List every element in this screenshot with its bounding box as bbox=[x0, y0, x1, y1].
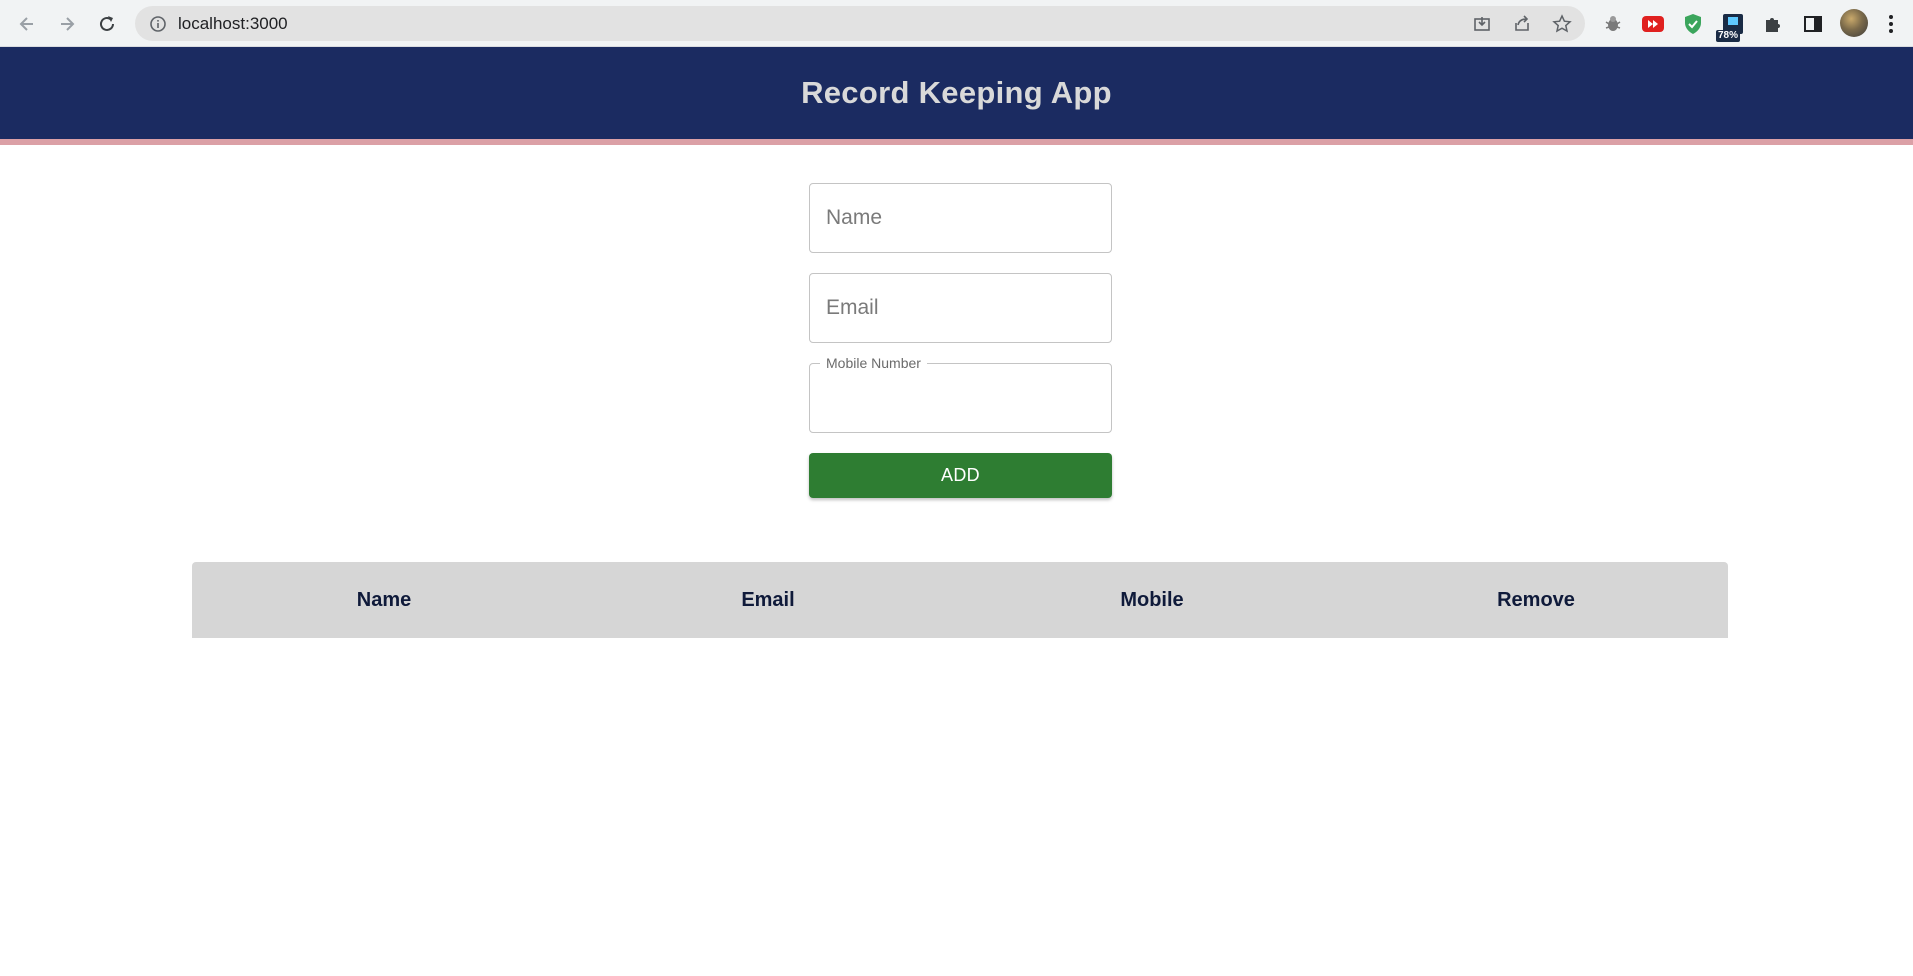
install-app-icon[interactable] bbox=[1472, 14, 1492, 34]
side-panel-icon bbox=[1804, 16, 1822, 32]
address-bar[interactable]: localhost:3000 bbox=[135, 6, 1585, 41]
name-input[interactable] bbox=[810, 184, 1111, 252]
column-header-remove: Remove bbox=[1497, 588, 1575, 611]
bug-icon bbox=[1605, 16, 1621, 31]
bookmark-star-icon[interactable] bbox=[1552, 14, 1572, 34]
share-icon[interactable] bbox=[1512, 14, 1532, 34]
video-speed-icon bbox=[1642, 16, 1664, 32]
records-table-header: Name Email Mobile Remove bbox=[192, 562, 1728, 638]
extension-badge: 78% bbox=[1716, 30, 1741, 42]
reload-icon bbox=[100, 16, 114, 31]
app-header: Record Keeping App bbox=[0, 47, 1913, 139]
reload-button[interactable] bbox=[94, 11, 120, 37]
puzzle-icon bbox=[1766, 18, 1780, 32]
email-input[interactable] bbox=[810, 274, 1111, 342]
extension-bug[interactable] bbox=[1600, 11, 1626, 37]
app-title: Record Keeping App bbox=[801, 75, 1112, 110]
email-field[interactable] bbox=[809, 273, 1112, 343]
name-field[interactable] bbox=[809, 183, 1112, 253]
arrow-right-icon bbox=[61, 17, 75, 31]
arrow-left-icon bbox=[19, 17, 33, 31]
header-divider bbox=[0, 139, 1913, 145]
back-button[interactable] bbox=[14, 11, 40, 37]
add-button[interactable]: ADD bbox=[809, 453, 1112, 498]
url-text[interactable]: localhost:3000 bbox=[178, 14, 288, 34]
column-header-mobile: Mobile bbox=[1120, 588, 1184, 611]
mobile-field[interactable]: Mobile Number bbox=[809, 355, 1112, 433]
profile-avatar[interactable] bbox=[1840, 9, 1868, 37]
more-vert-icon bbox=[1889, 15, 1893, 33]
forward-button[interactable] bbox=[54, 11, 80, 37]
shield-check-icon bbox=[1685, 14, 1701, 34]
column-header-name: Name bbox=[356, 588, 412, 611]
mobile-input[interactable] bbox=[810, 364, 1111, 432]
column-header-email: Email bbox=[741, 588, 795, 611]
browser-toolbar: localhost:3000 78% bbox=[0, 0, 1913, 47]
side-panel-button[interactable] bbox=[1800, 11, 1826, 37]
extension-video-speed[interactable] bbox=[1640, 11, 1666, 37]
browser-menu-button[interactable] bbox=[1878, 11, 1904, 37]
extensions-menu-button[interactable] bbox=[1760, 11, 1786, 37]
extension-shield[interactable] bbox=[1680, 11, 1706, 37]
site-info-icon[interactable] bbox=[149, 15, 167, 33]
mobile-field-label: Mobile Number bbox=[820, 355, 927, 371]
